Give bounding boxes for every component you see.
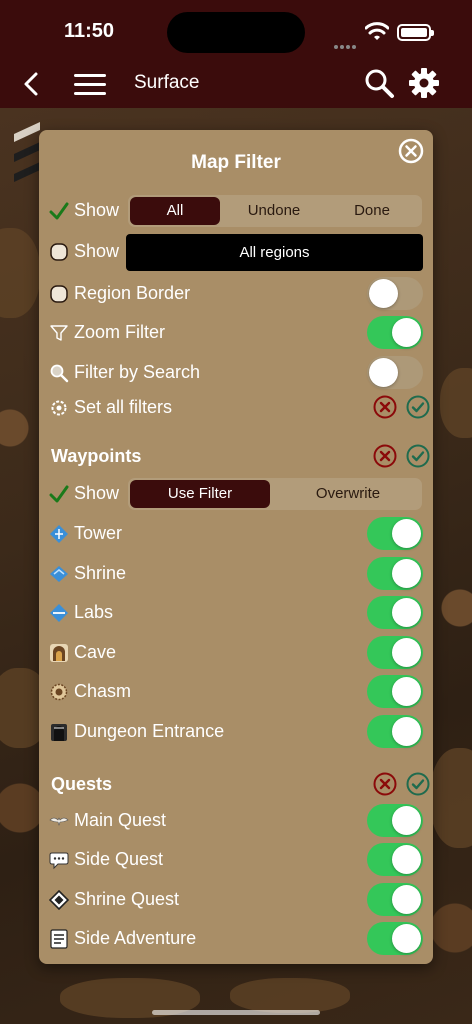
waypoint-shrine-row: Shrine: [49, 555, 423, 591]
gear-small-icon: [51, 400, 67, 416]
panel-title: Map Filter: [191, 152, 281, 173]
labs-icon: [50, 604, 68, 622]
enable-all-icon[interactable]: [406, 395, 430, 419]
zoom-filter-toggle[interactable]: [367, 316, 423, 349]
dungeon-entrance-toggle[interactable]: [367, 715, 423, 748]
close-icon[interactable]: [398, 138, 424, 164]
segment-use-filter[interactable]: Use Filter: [130, 480, 270, 508]
side-quest-toggle[interactable]: [367, 843, 423, 876]
waypoint-tower-row: Tower: [49, 515, 423, 551]
quest-main-row: Main Quest: [49, 802, 423, 838]
cellular-signal-icon: [334, 36, 358, 49]
show-regions-row: Show All regions: [49, 233, 423, 271]
zoom-filter-row: Zoom Filter: [49, 314, 423, 350]
tower-label: Tower: [74, 523, 123, 543]
filter-by-search-toggle[interactable]: [367, 356, 423, 389]
shrine-quest-label: Shrine Quest: [74, 889, 180, 909]
segment-all[interactable]: All: [130, 197, 220, 225]
segment-undone[interactable]: Undone: [226, 197, 322, 225]
show-status-segmented-control[interactable]: All Undone Done: [128, 195, 422, 227]
show-status-row: Show All Undone Done: [49, 192, 423, 228]
circle-outline-icon: [50, 243, 68, 261]
quests-enable-all-icon[interactable]: [406, 772, 430, 796]
chasm-label: Chasm: [74, 681, 132, 701]
shrine-quest-toggle[interactable]: [367, 883, 423, 916]
set-all-filters-row: Set all filters: [49, 389, 430, 425]
side-quest-label: Side Quest: [74, 849, 164, 869]
waypoints-all-controls: [49, 438, 430, 474]
shrine-label: Shrine: [74, 563, 127, 583]
waypoint-labs-row: Labs: [49, 594, 423, 630]
waypoint-dungeon-entrance-row: Dungeon Entrance: [49, 713, 423, 749]
filter-by-search-row: Filter by Search: [49, 354, 423, 390]
main-quest-label: Main Quest: [74, 810, 167, 830]
quests-all-controls: [49, 766, 430, 802]
cave-icon: [50, 644, 68, 662]
cave-toggle[interactable]: [367, 636, 423, 669]
shrine-icon: [50, 566, 68, 582]
zoom-filter-label: Zoom Filter: [74, 322, 166, 342]
disable-all-icon[interactable]: [373, 395, 397, 419]
side-adventure-toggle[interactable]: [367, 922, 423, 955]
nav-title: Surface: [134, 72, 200, 93]
region-border-row: Region Border: [49, 275, 423, 311]
main-quest-icon: [49, 817, 69, 826]
side-adventure-icon: [50, 929, 68, 949]
dungeon-icon: [51, 724, 67, 741]
filter-by-search-label: Filter by Search: [74, 362, 201, 382]
map-filter-panel: Map Filter Show All Undone Done Show All…: [39, 130, 433, 964]
main-quest-toggle[interactable]: [367, 804, 423, 837]
waypoints-mode-segmented-control[interactable]: Use Filter Overwrite: [128, 478, 422, 510]
cave-label: Cave: [74, 642, 117, 662]
quests-disable-all-icon[interactable]: [373, 772, 397, 796]
segment-done[interactable]: Done: [324, 197, 420, 225]
waypoints-show-row: Show Use Filter Overwrite: [49, 475, 423, 511]
shrine-quest-icon: [49, 890, 69, 910]
waypoint-cave-row: Cave: [49, 634, 423, 670]
tower-toggle[interactable]: [367, 517, 423, 550]
funnel-icon: [50, 325, 68, 341]
chasm-toggle[interactable]: [367, 675, 423, 708]
set-all-filters-label: Set all filters: [74, 397, 173, 417]
shrine-toggle[interactable]: [367, 557, 423, 590]
show-label: Show: [74, 200, 120, 220]
gear-icon[interactable]: [408, 66, 440, 100]
side-adventure-label: Side Adventure: [74, 928, 197, 948]
status-bar: 11:50: [0, 0, 472, 60]
battery-icon: [397, 24, 434, 41]
home-indicator[interactable]: [152, 1010, 320, 1015]
checkmark-icon: [49, 485, 69, 503]
region-border-icon: [50, 285, 68, 303]
region-border-label: Region Border: [74, 283, 191, 303]
search-icon[interactable]: [362, 66, 396, 100]
waypoint-chasm-row: Chasm: [49, 673, 423, 709]
show-regions-label: Show: [74, 241, 120, 261]
wifi-icon: [365, 22, 389, 40]
quest-shrine-row: Shrine Quest: [49, 881, 423, 917]
tower-icon: [50, 525, 68, 543]
waypoints-show-label: Show: [74, 483, 120, 503]
segment-overwrite[interactable]: Overwrite: [276, 480, 420, 508]
region-border-toggle[interactable]: [367, 277, 423, 310]
quest-side-adventure-row: Side Adventure: [49, 920, 423, 956]
chasm-icon: [50, 683, 68, 701]
navigation-bar: Surface: [0, 60, 472, 108]
dungeon-entrance-label: Dungeon Entrance: [74, 721, 225, 741]
back-chevron-icon[interactable]: [18, 70, 46, 98]
waypoints-enable-all-icon[interactable]: [406, 444, 430, 468]
hamburger-menu-icon[interactable]: [74, 70, 106, 98]
dynamic-island: [167, 12, 305, 53]
checkmark-icon: [49, 202, 69, 220]
side-quest-icon: [49, 852, 69, 870]
labs-toggle[interactable]: [367, 596, 423, 629]
magnifier-icon: [50, 364, 69, 383]
status-time: 11:50: [64, 20, 115, 42]
regions-selector-button[interactable]: All regions: [126, 234, 423, 271]
waypoints-disable-all-icon[interactable]: [373, 444, 397, 468]
labs-label: Labs: [74, 602, 114, 622]
quest-side-row: Side Quest: [49, 841, 423, 877]
